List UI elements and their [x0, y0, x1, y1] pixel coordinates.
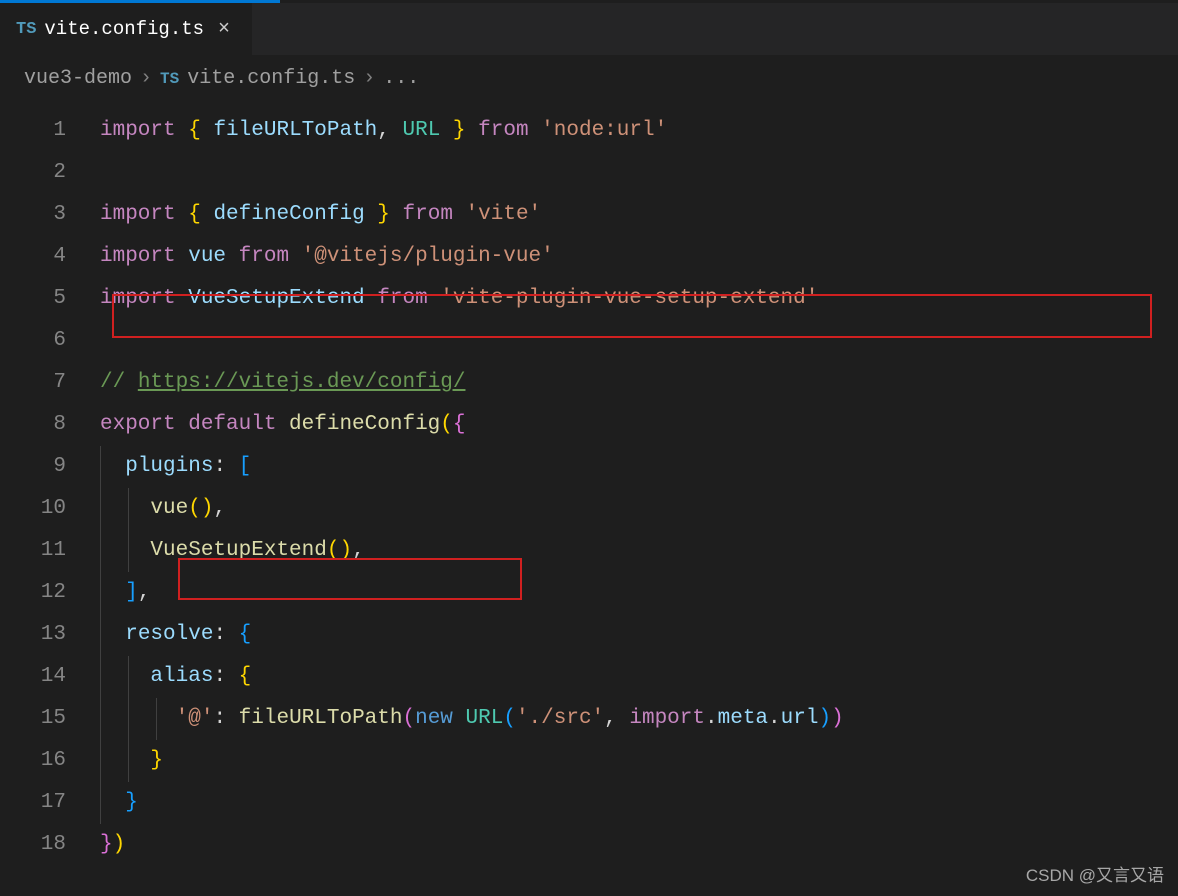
- chevron-right-icon: ›: [140, 67, 152, 90]
- line-number: 16: [0, 740, 66, 782]
- watermark: CSDN @又言又语: [1026, 861, 1164, 886]
- line-number: 3: [0, 194, 66, 236]
- code-line[interactable]: ],: [100, 572, 1178, 614]
- breadcrumb-project[interactable]: vue3-demo: [24, 67, 132, 90]
- line-number: 7: [0, 362, 66, 404]
- typescript-icon: TS: [16, 20, 36, 39]
- line-number: 17: [0, 782, 66, 824]
- code-line[interactable]: import { defineConfig } from 'vite': [100, 194, 1178, 236]
- close-icon[interactable]: ×: [212, 16, 236, 43]
- breadcrumb-file[interactable]: vite.config.ts: [187, 67, 355, 90]
- line-number: 5: [0, 278, 66, 320]
- line-number: 2: [0, 152, 66, 194]
- line-number: 6: [0, 320, 66, 362]
- breadcrumb[interactable]: vue3-demo › TS vite.config.ts › ...: [0, 55, 1178, 102]
- code-line[interactable]: export default defineConfig({: [100, 404, 1178, 446]
- code-line[interactable]: }: [100, 782, 1178, 824]
- code-line[interactable]: [100, 152, 1178, 194]
- code-line[interactable]: plugins: [: [100, 446, 1178, 488]
- line-number: 11: [0, 530, 66, 572]
- tab-bar: TS vite.config.ts ×: [0, 3, 1178, 55]
- code-line[interactable]: vue(),: [100, 488, 1178, 530]
- chevron-right-icon: ›: [363, 67, 375, 90]
- typescript-icon: TS: [160, 70, 179, 88]
- code-line[interactable]: import { fileURLToPath, URL } from 'node…: [100, 110, 1178, 152]
- line-number: 12: [0, 572, 66, 614]
- tab-vite-config[interactable]: TS vite.config.ts ×: [0, 3, 253, 55]
- code-line[interactable]: resolve: {: [100, 614, 1178, 656]
- line-number: 14: [0, 656, 66, 698]
- line-number: 18: [0, 824, 66, 866]
- code-line[interactable]: // https://vitejs.dev/config/: [100, 362, 1178, 404]
- code-line[interactable]: }: [100, 740, 1178, 782]
- tab-filename: vite.config.ts: [44, 18, 204, 40]
- code-line[interactable]: '@': fileURLToPath(new URL('./src', impo…: [100, 698, 1178, 740]
- line-number: 13: [0, 614, 66, 656]
- code-content[interactable]: import { fileURLToPath, URL } from 'node…: [100, 110, 1178, 866]
- line-number: 10: [0, 488, 66, 530]
- code-line[interactable]: VueSetupExtend(),: [100, 530, 1178, 572]
- line-number: 1: [0, 110, 66, 152]
- code-line[interactable]: alias: {: [100, 656, 1178, 698]
- line-number-gutter: 1 2 3 4 5 6 7 8 9 10 11 12 13 14 15 16 1…: [0, 110, 100, 866]
- code-line[interactable]: import VueSetupExtend from 'vite-plugin-…: [100, 278, 1178, 320]
- line-number: 9: [0, 446, 66, 488]
- line-number: 8: [0, 404, 66, 446]
- code-line[interactable]: import vue from '@vitejs/plugin-vue': [100, 236, 1178, 278]
- code-editor[interactable]: 1 2 3 4 5 6 7 8 9 10 11 12 13 14 15 16 1…: [0, 102, 1178, 866]
- line-number: 4: [0, 236, 66, 278]
- code-line[interactable]: }): [100, 824, 1178, 866]
- breadcrumb-symbol[interactable]: ...: [383, 67, 419, 90]
- code-line[interactable]: [100, 320, 1178, 362]
- line-number: 15: [0, 698, 66, 740]
